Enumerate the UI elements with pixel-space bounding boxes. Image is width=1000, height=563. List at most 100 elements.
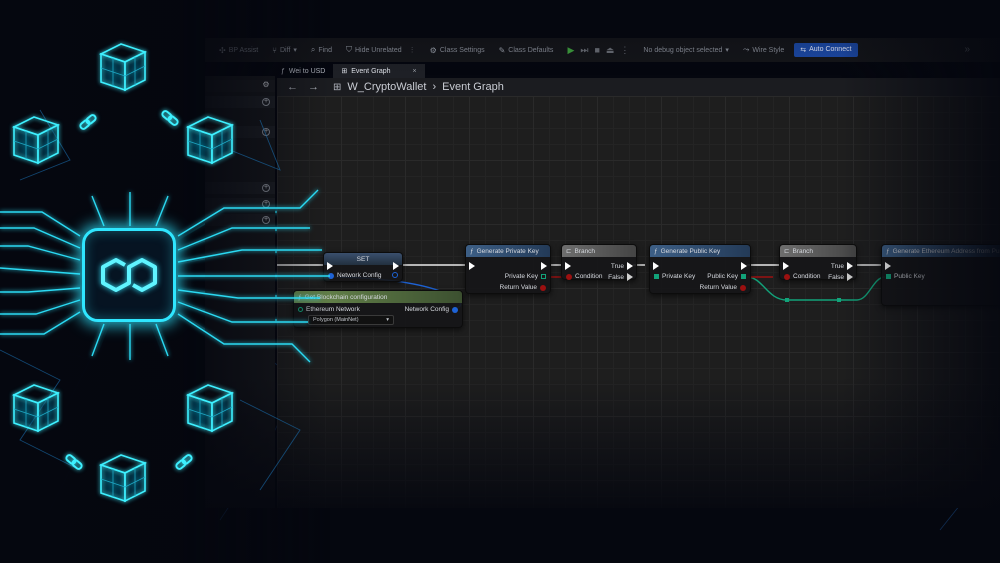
exec-out-pin[interactable]	[541, 262, 547, 270]
tab-event-graph[interactable]: ⊞ Event Graph ×	[333, 64, 425, 78]
toolbar-item-label: Hide Unrelated	[354, 46, 402, 54]
auto-connect-label: Auto Connect	[809, 46, 852, 53]
private-key-in-pin[interactable]: Private Key	[654, 273, 695, 280]
condition-in-pin[interactable]: Condition	[784, 273, 820, 280]
node-header: ⊏ Branch	[562, 245, 636, 257]
debug-select-value: No debug object selected	[643, 46, 723, 54]
pin-label: Network Config	[337, 272, 382, 279]
node-set-network-config[interactable]: SET Network Config	[323, 252, 403, 282]
exec-in-pin[interactable]	[565, 262, 571, 270]
pin-label: Network Config	[404, 306, 449, 313]
node-title: Generate Ethereum Address from Pu	[892, 247, 1000, 255]
pin-label: True	[830, 262, 844, 270]
private-key-out-pin[interactable]: Private Key	[505, 273, 546, 280]
node-generate-public-key[interactable]: ƒ Generate Public Key Private Key Public…	[649, 244, 751, 294]
toolbar-hide-unrelated[interactable]: ⛉ Hide Unrelated ⋮	[346, 45, 416, 55]
connect-icon: ⇆	[800, 47, 807, 54]
exec-in-pin[interactable]	[885, 262, 891, 270]
struct-pin-icon	[452, 306, 458, 313]
exec-in-pin[interactable]	[783, 262, 789, 270]
node-header: ƒ Generate Private Key	[466, 245, 550, 257]
node-branch-2[interactable]: ⊏ Branch True Condition False	[779, 244, 857, 281]
pin-label: Private Key	[504, 273, 538, 280]
pin-label: Public Key	[894, 273, 925, 280]
function-icon: ƒ	[654, 247, 658, 255]
node-generate-ethereum-address[interactable]: ƒ Generate Ethereum Address from Pu Publ…	[881, 244, 1000, 306]
toolbar-item-label: Wire Style	[752, 46, 785, 54]
node-header: ⊏ Branch	[780, 245, 856, 257]
exec-pin-icon	[627, 273, 633, 281]
public-key-in-pin[interactable]: Public Key	[886, 273, 925, 280]
stop-icon[interactable]: ■	[594, 45, 599, 55]
return-value-out-pin[interactable]: Return Value	[500, 284, 546, 291]
node-title: SET	[356, 255, 370, 263]
hero-banner: ✣ BP Assist ⑂ Diff ▾ ⌕ Find ⛉ Hide Unrel…	[0, 0, 1000, 563]
exec-out-pin[interactable]	[393, 262, 399, 270]
event-graph-canvas[interactable]: SET Network Config ƒ Get Blockchain conf…	[277, 96, 1000, 508]
exec-out-pin[interactable]	[741, 262, 747, 270]
key-pin-icon	[541, 274, 546, 279]
toolbar-class-settings[interactable]: ⚙ Class Settings	[430, 46, 485, 55]
breadcrumb-graph[interactable]: Event Graph	[442, 81, 504, 93]
false-exec-out-pin[interactable]: False	[828, 273, 853, 281]
exec-in-pin[interactable]	[469, 262, 475, 270]
return-value-out-pin[interactable]: Return Value	[700, 284, 746, 291]
exec-pin-icon	[847, 273, 853, 281]
brush-icon: ✎	[498, 45, 506, 55]
node-title: Generate Private Key	[476, 247, 539, 255]
exec-in-pin[interactable]	[653, 262, 659, 270]
close-icon[interactable]: ×	[413, 68, 417, 75]
breadcrumb-separator-icon: ›	[432, 81, 437, 93]
public-key-out-pin[interactable]: Public Key	[707, 273, 746, 280]
network-config-in-pin[interactable]: Network Config	[328, 272, 381, 279]
pin-label: False	[608, 273, 624, 281]
pin-label: False	[828, 273, 844, 281]
graph-icon: ⊞	[333, 81, 342, 93]
exec-pin-icon	[741, 262, 747, 270]
branch-icon: ⊏	[566, 248, 572, 255]
condition-in-pin[interactable]: Condition	[566, 273, 602, 280]
key-pin-icon	[654, 274, 659, 279]
step-icon[interactable]: ⏭	[580, 45, 588, 56]
toolbar-overflow-icon[interactable]: »	[964, 44, 970, 55]
debug-object-select[interactable]: No debug object selected ▾	[643, 46, 729, 55]
node-header: ƒ Generate Public Key	[650, 245, 750, 257]
pin-label: Private Key	[662, 273, 696, 280]
graph-nav-bar: ← → ⊞ W_CryptoWallet › Event Graph	[277, 78, 1000, 96]
false-exec-out-pin[interactable]: False	[608, 273, 633, 281]
node-title: Branch	[574, 247, 596, 255]
function-icon: ƒ	[886, 247, 890, 255]
exec-pin-icon	[847, 262, 853, 270]
network-config-out-pin[interactable]: Network Config	[405, 306, 458, 313]
node-title: Generate Public Key	[660, 247, 721, 255]
pin-label: Public Key	[707, 273, 738, 280]
key-pin-icon	[741, 274, 746, 279]
auto-connect-button[interactable]: ⇆ Auto Connect	[794, 43, 858, 57]
true-exec-out-pin[interactable]: True	[611, 262, 633, 270]
more-options-icon[interactable]: ⋮	[620, 45, 629, 56]
pin-label: Return Value	[699, 284, 737, 291]
struct-pin-icon	[392, 272, 398, 278]
polygon-logo-icon	[101, 258, 157, 292]
filter-icon: ⛉	[345, 45, 352, 54]
play-icon[interactable]: ▶	[567, 45, 574, 56]
node-title: Branch	[792, 247, 814, 255]
exec-pin-icon	[783, 262, 789, 270]
eject-icon[interactable]: ⏏	[606, 45, 615, 56]
toolbar-class-defaults[interactable]: ✎ Class Defaults	[499, 46, 554, 55]
exec-pin-icon	[393, 262, 399, 270]
node-generate-private-key[interactable]: ƒ Generate Private Key Private Key Retur…	[465, 244, 551, 294]
node-header: SET	[324, 253, 402, 265]
bool-pin-icon	[540, 284, 546, 291]
network-config-out-pin[interactable]	[392, 272, 398, 278]
exec-pin-icon	[653, 262, 659, 270]
exec-pin-icon	[541, 262, 547, 270]
more-options-icon[interactable]: ⋮	[409, 46, 416, 54]
branch-icon: ⊏	[784, 248, 790, 255]
toolbar-wire-style[interactable]: ⤳ Wire Style	[743, 45, 784, 55]
play-controls: ▶ ⏭ ■ ⏏ ⋮	[567, 45, 629, 56]
pin-label: True	[610, 262, 624, 270]
node-branch-1[interactable]: ⊏ Branch True Condition False	[561, 244, 637, 281]
breadcrumb-blueprint[interactable]: W_CryptoWallet	[347, 81, 426, 93]
true-exec-out-pin[interactable]: True	[831, 262, 853, 270]
